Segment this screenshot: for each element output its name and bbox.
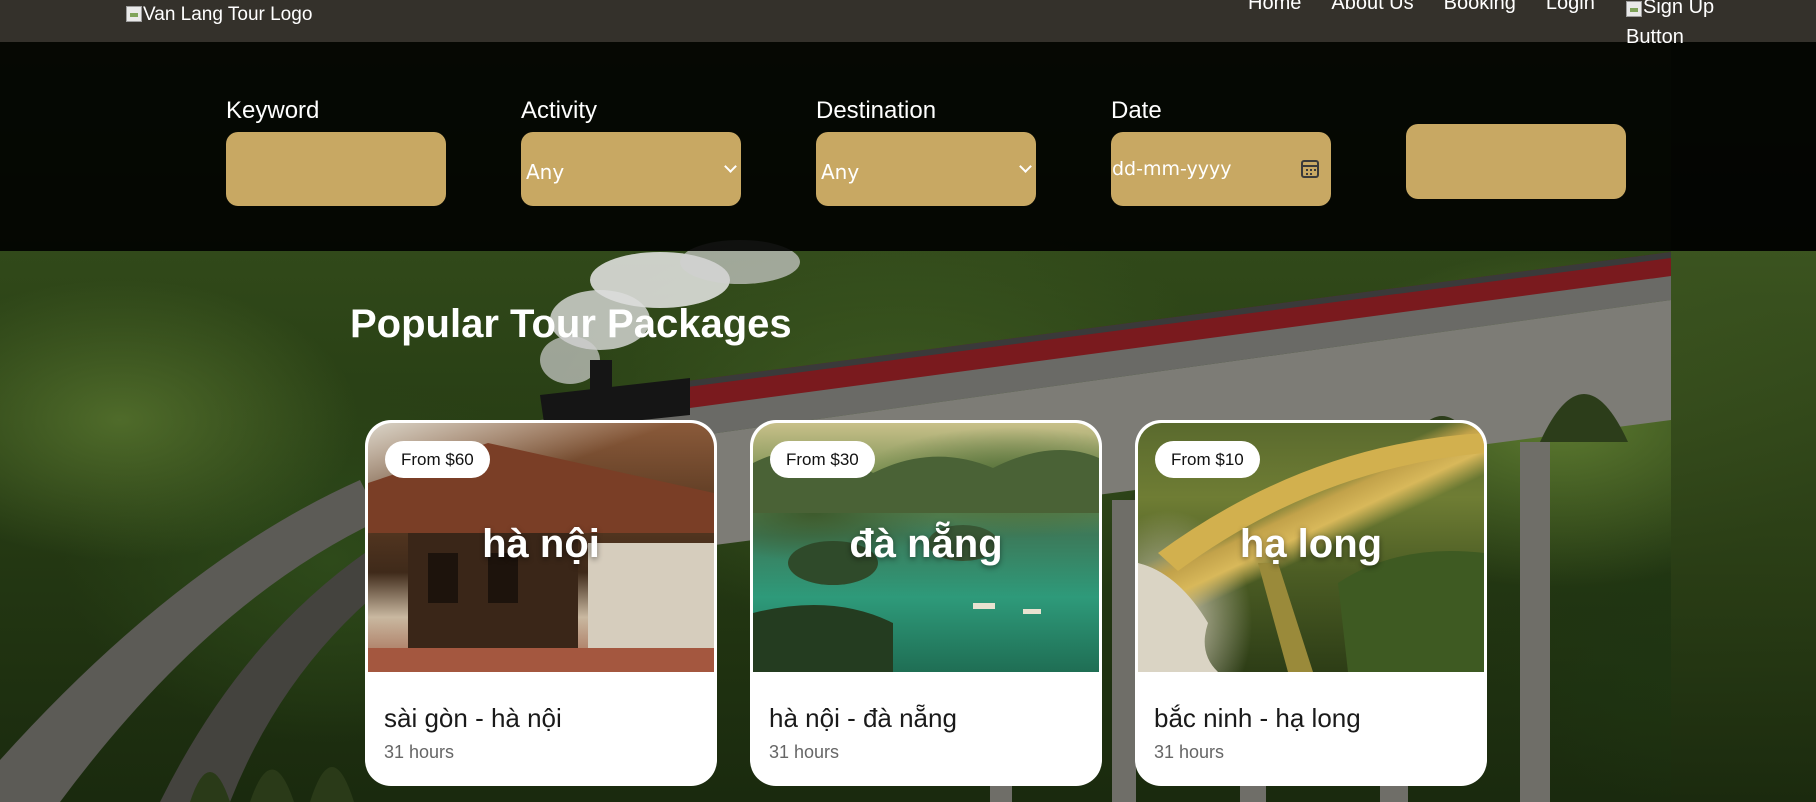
activity-label: Activity bbox=[521, 97, 598, 124]
destination-selected-value: Any bbox=[821, 160, 860, 184]
keyword-field-group: Keyword bbox=[226, 96, 446, 206]
destination-field-group: Destination Any bbox=[816, 96, 1036, 206]
tour-city-title: hà nội bbox=[482, 522, 600, 566]
tour-duration: 31 hours bbox=[769, 742, 840, 762]
destination-label: Destination bbox=[816, 97, 937, 124]
price-badge: From $10 bbox=[1155, 441, 1260, 478]
keyword-input[interactable] bbox=[226, 132, 446, 206]
date-label: Date bbox=[1111, 97, 1162, 124]
destination-select[interactable]: Any bbox=[816, 132, 1036, 206]
date-placeholder: dd-mm-yyyy bbox=[1112, 158, 1232, 180]
tour-route: bắc ninh - hạ long bbox=[1154, 703, 1361, 733]
activity-selected-value: Any bbox=[526, 160, 565, 184]
tour-route: hà nội - đà nẵng bbox=[769, 703, 957, 733]
nav-link-login[interactable]: Login bbox=[1546, 0, 1595, 15]
site-logo[interactable]: Van Lang Tour Logo bbox=[126, 4, 312, 26]
background-repeat-strip bbox=[1671, 250, 1816, 802]
signup-button[interactable]: Sign Up Button bbox=[1626, 0, 1726, 52]
activity-select[interactable]: Any bbox=[521, 132, 741, 206]
nav-link-booking[interactable]: Booking bbox=[1444, 0, 1516, 15]
tour-card[interactable]: From $30 đà nẵng hà nội - đà nẵng 31 hou… bbox=[750, 420, 1102, 786]
tour-duration: 31 hours bbox=[1154, 742, 1225, 762]
tour-city-title: hạ long bbox=[1239, 522, 1383, 566]
activity-field-group: Activity Any bbox=[521, 96, 741, 206]
price-badge: From $60 bbox=[385, 441, 490, 478]
keyword-label: Keyword bbox=[226, 97, 320, 124]
chevron-down-icon bbox=[724, 160, 737, 173]
chevron-down-icon bbox=[1019, 160, 1032, 173]
section-title: Popular Tour Packages bbox=[350, 302, 792, 346]
nav-link-home[interactable]: Home bbox=[1248, 0, 1301, 15]
logo-alt-text: Van Lang Tour Logo bbox=[143, 4, 313, 25]
date-input[interactable]: dd-mm-yyyy bbox=[1111, 132, 1331, 206]
search-submit-button[interactable] bbox=[1406, 124, 1626, 199]
nav-menu: Home About Us Booking Login bbox=[1248, 0, 1625, 15]
tour-city-title: đà nẵng bbox=[849, 522, 1003, 566]
search-panel-overflow bbox=[1671, 42, 1816, 251]
tour-route: sài gòn - hà nội bbox=[384, 703, 562, 733]
calendar-icon[interactable] bbox=[1301, 160, 1319, 178]
tour-duration: 31 hours bbox=[384, 742, 455, 762]
top-navbar: Van Lang Tour Logo Home About Us Booking… bbox=[0, 0, 1816, 48]
date-field-group: Date dd-mm-yyyy bbox=[1111, 96, 1331, 206]
search-panel: Keyword Activity Any Destination Any Dat… bbox=[0, 42, 1671, 251]
broken-image-icon bbox=[1626, 0, 1642, 17]
broken-image-icon bbox=[126, 6, 142, 22]
tour-card[interactable]: From $60 hà nội sài gòn - hà nội 31 hour… bbox=[365, 420, 717, 786]
price-badge: From $30 bbox=[770, 441, 875, 478]
nav-link-about[interactable]: About Us bbox=[1331, 0, 1413, 15]
tour-card[interactable]: From $10 hạ long bắc ninh - hạ long 31 h… bbox=[1135, 420, 1487, 786]
